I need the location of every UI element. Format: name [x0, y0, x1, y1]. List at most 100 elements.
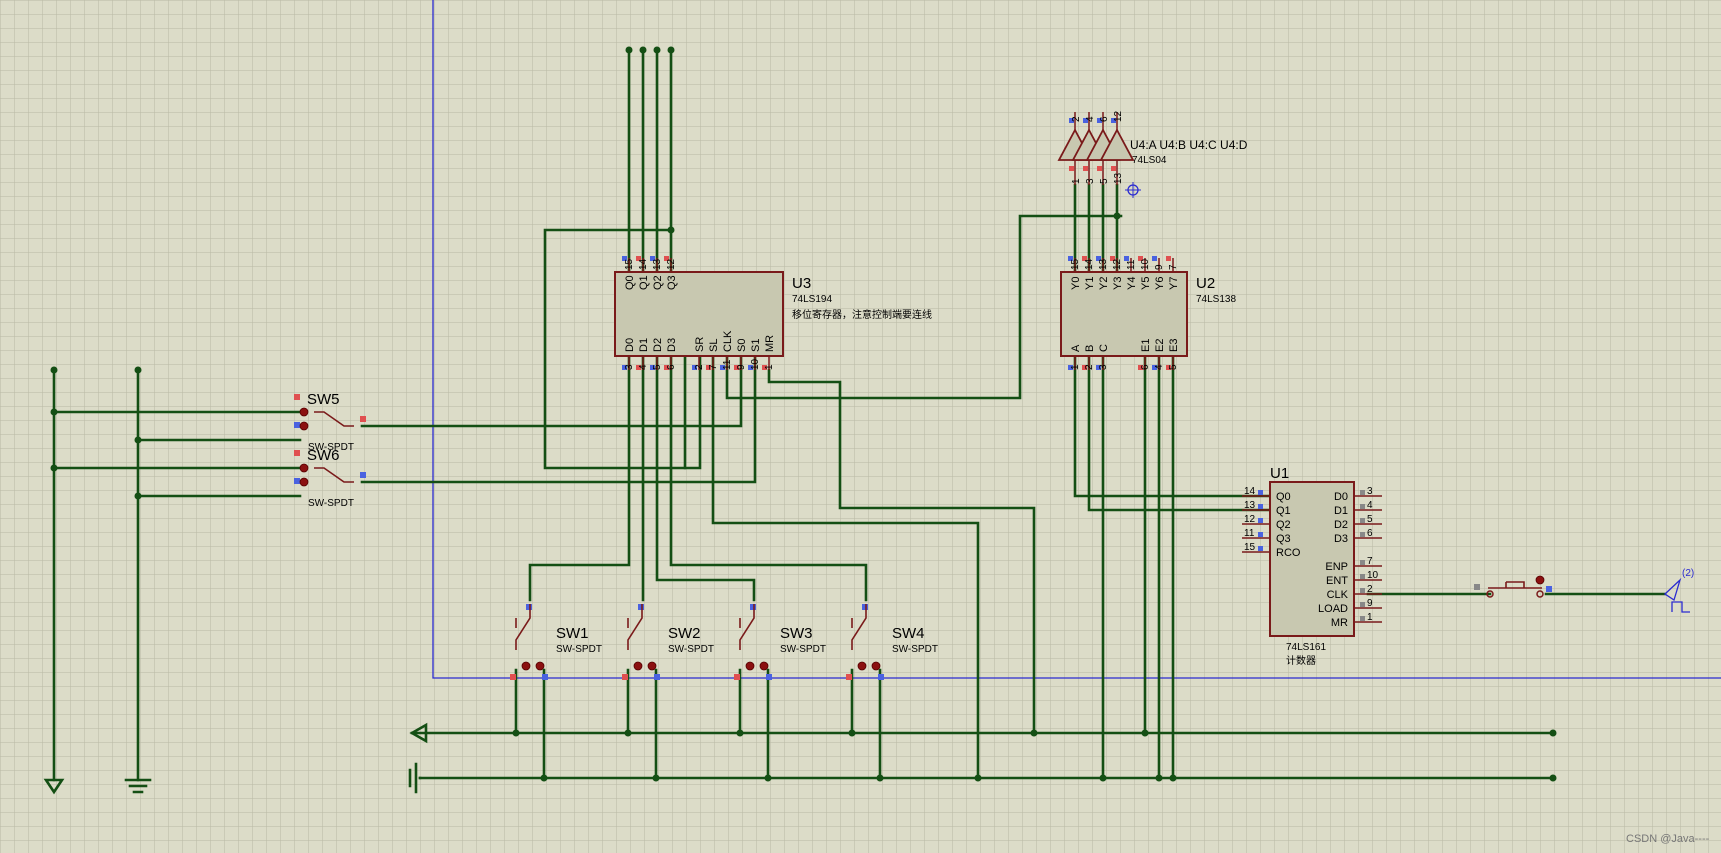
switch-knob-icon [857, 661, 867, 671]
u3-ref: U3 [792, 275, 811, 292]
u4-part: 74LS04 [1132, 155, 1167, 166]
switch-ref: SW2 [668, 625, 701, 642]
pin-label: Y5 [1140, 277, 1152, 290]
pin-label: SL [708, 339, 720, 352]
pin-number: 11 [1244, 528, 1255, 539]
pin-number: 14 [1084, 258, 1095, 270]
pin-label: CLK [722, 330, 734, 352]
switch-knob-icon [299, 421, 309, 431]
pin-number: 13 [1244, 500, 1256, 511]
pin-state-marker [1360, 490, 1365, 495]
switch-knob-icon [521, 661, 531, 671]
pin-number: 1 [1071, 178, 1082, 184]
pin-number: 12 [1112, 258, 1123, 270]
pin-label: C [1098, 344, 1110, 352]
pin-label: Q3 [666, 275, 678, 290]
pin-state-marker [294, 422, 300, 428]
pin-number: 15 [624, 258, 635, 270]
pin-label: ENT [1326, 575, 1348, 587]
pin-state-marker [846, 674, 852, 680]
pin-state-marker [654, 674, 660, 680]
pin-number: 1 [1070, 364, 1081, 370]
pin-number: 1 [764, 364, 775, 370]
pin-state-marker [622, 674, 628, 680]
pin-number: 7 [708, 364, 719, 370]
pin-number: 3 [1098, 364, 1109, 370]
switch-knob-icon [759, 661, 769, 671]
pin-number: 10 [750, 358, 761, 370]
pin-number: 13 [652, 258, 663, 270]
pin-label: Y6 [1154, 277, 1166, 290]
pin-number: 2 [1084, 364, 1095, 370]
pin-state-marker [862, 604, 868, 610]
pin-label: D0 [1334, 491, 1348, 503]
pin-state-marker [1360, 560, 1365, 565]
u1-description: 计数器 [1286, 654, 1316, 667]
u2-ref: U2 [1196, 275, 1215, 292]
pin-state-marker [1360, 588, 1365, 593]
u2-part: 74LS138 [1196, 294, 1236, 305]
pin-label: B [1084, 345, 1096, 352]
pin-label: Y3 [1112, 277, 1124, 290]
pin-state-marker [1360, 574, 1365, 579]
switch-ref: SW3 [780, 625, 813, 642]
switch-knob-icon [745, 661, 755, 671]
pin-number: 12 [1244, 514, 1256, 525]
pin-label: Y7 [1168, 277, 1180, 290]
pin-label: Y1 [1084, 277, 1096, 290]
pin-number: 5 [1367, 514, 1373, 525]
pin-state-marker [766, 674, 772, 680]
pin-number: 7 [1367, 556, 1373, 567]
pin-label: Q2 [1276, 519, 1291, 531]
watermark: CSDN @Java---- [1626, 833, 1710, 845]
pin-label: D0 [624, 338, 636, 352]
pin-label: ENP [1325, 561, 1348, 573]
pin-number: 2 [694, 364, 705, 370]
pin-state-marker [1097, 166, 1102, 171]
pin-number: 15 [1244, 542, 1256, 553]
pin-label: MR [1331, 617, 1348, 629]
pin-label: Q2 [652, 275, 664, 290]
pin-state-marker [1360, 504, 1365, 509]
pin-number: 5 [1099, 178, 1110, 184]
pin-number: 10 [1367, 570, 1379, 581]
pin-label: E3 [1168, 339, 1180, 352]
switch-part: SW-SPDT [892, 644, 938, 655]
switch-part: SW-SPDT [556, 644, 602, 655]
pin-label: Q1 [1276, 505, 1291, 517]
switch-knob-icon [299, 463, 309, 473]
pin-state-marker [1166, 256, 1171, 261]
pin-label: D3 [1334, 533, 1348, 545]
pin-state-marker [1360, 518, 1365, 523]
pin-label: LOAD [1318, 603, 1348, 615]
pin-label: CLK [1327, 589, 1349, 601]
pin-label: S1 [750, 339, 762, 352]
schematic-canvas[interactable]: U3 74LS194 移位寄存器，注意控制端要连线 15Q014Q113Q212… [0, 0, 1721, 853]
pin-state-marker [638, 604, 644, 610]
pin-number: 3 [624, 364, 635, 370]
pin-number: 9 [1367, 598, 1373, 609]
pin-label: SR [694, 337, 706, 352]
pin-label: S0 [736, 339, 748, 352]
pin-state-marker [734, 674, 740, 680]
pin-label: D2 [1334, 519, 1348, 531]
pin-state-marker [360, 416, 366, 422]
pin-number: 4 [1085, 116, 1096, 122]
pin-state-marker [510, 674, 516, 680]
pin-number: 11 [1126, 259, 1137, 270]
u1-part: 74LS161 [1286, 642, 1326, 653]
switch-knob-icon [633, 661, 643, 671]
pin-label: Q1 [638, 275, 650, 290]
pin-number: 14 [1244, 486, 1256, 497]
switch-ref: SW5 [307, 391, 340, 408]
pin-number: 9 [1154, 264, 1165, 270]
pin-label: D1 [638, 338, 650, 352]
pin-state-marker [294, 478, 300, 484]
u1-ref: U1 [1270, 465, 1289, 482]
switch-part: SW-SPDT [308, 498, 354, 509]
pin-label: RCO [1276, 547, 1301, 559]
switch-knob-icon [535, 661, 545, 671]
pin-state-marker [526, 604, 532, 610]
pin-number: 2 [1071, 116, 1082, 122]
pin-label: Q0 [1276, 491, 1291, 503]
